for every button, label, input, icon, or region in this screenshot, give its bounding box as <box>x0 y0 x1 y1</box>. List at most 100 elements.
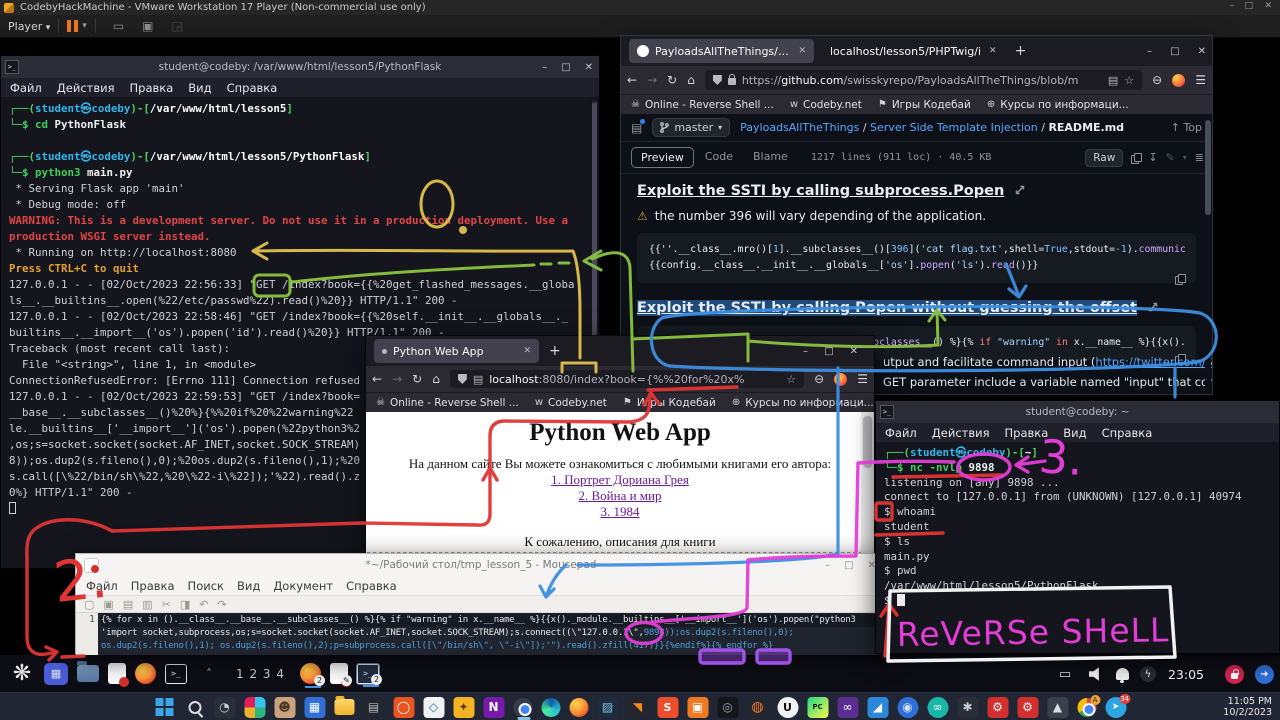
home-icon[interactable]: ⌂ <box>432 372 440 386</box>
mousepad-menu-item-4[interactable]: Документ <box>273 579 333 593</box>
pocket-icon[interactable]: ⊖ <box>814 372 824 386</box>
bookmark-kursy-po-informacii[interactable]: ⊕Курсы по информаци... <box>987 99 1129 111</box>
reload-icon[interactable]: ↻ <box>412 372 422 386</box>
start-button[interactable] <box>154 697 175 718</box>
carrot-app-icon[interactable]: ◥ <box>627 697 648 718</box>
player-menu-button[interactable]: Player ▾ <box>8 20 50 33</box>
terminal-menu-item-2[interactable]: Правка <box>130 81 174 95</box>
copy-code-icon[interactable] <box>1175 274 1184 284</box>
https-lock-icon[interactable] <box>728 78 736 85</box>
github-url-bar[interactable]: https://github.com/swisskyrepo/PayloadsA… <box>705 70 1142 90</box>
mousepad-menu-item-1[interactable]: Правка <box>131 579 175 593</box>
notifications-bell-icon[interactable] <box>1116 668 1129 680</box>
terminal-menu-item-4[interactable]: Справка <box>227 81 278 95</box>
terminal-app-icon[interactable]: >_ <box>165 664 187 684</box>
red-gear-app-icon[interactable]: ⚙ <box>987 697 1008 718</box>
fullscreen-icon[interactable]: ▣ <box>142 19 153 33</box>
firefox-account-icon[interactable] <box>834 373 847 386</box>
photos-app-icon[interactable]: ▨ <box>597 697 618 718</box>
tab-python-web-app[interactable]: Python Web App ✕ <box>374 339 539 363</box>
power-manager-icon[interactable]: ϟ <box>1140 666 1156 682</box>
book-link-3[interactable]: 3. 1984 <box>601 504 640 519</box>
github-scrollbar[interactable] <box>1205 116 1211 394</box>
browser-maximize-button[interactable]: □ <box>1170 46 1179 57</box>
reader-view-icon[interactable]: ▤ <box>1108 74 1118 87</box>
chrome-icon[interactable] <box>513 698 532 717</box>
terminal-menu-item-3[interactable]: Вид <box>1063 426 1086 440</box>
tab-close-icon[interactable]: ✕ <box>523 346 531 356</box>
notes-app-icon[interactable]: ▤ <box>363 697 384 718</box>
search-icon[interactable] <box>184 697 205 718</box>
book-link-2[interactable]: 2. Война и мир <box>579 488 662 503</box>
shop-app-icon[interactable]: S <box>657 697 678 718</box>
app-menu-icon[interactable]: ☰ <box>1195 73 1206 87</box>
windows-list-icon[interactable]: ▭ <box>1052 660 1078 688</box>
browser-minimize-button[interactable]: – <box>1147 46 1152 57</box>
suspend-vm-button[interactable] <box>67 20 78 32</box>
blender-icon[interactable]: ◍ <box>747 697 768 718</box>
bee-app-icon[interactable]: ✱ <box>957 697 978 718</box>
calendar-app-icon[interactable]: ▦ <box>304 697 325 718</box>
bookmark-kursy-po-informacii[interactable]: ⊕Курсы по информаци... <box>732 397 874 409</box>
camtasia-icon[interactable]: ∞ <box>927 697 948 718</box>
firefox-account-icon[interactable] <box>1172 74 1185 87</box>
mousepad-toolbar-icon-5[interactable]: ◨ <box>180 598 190 611</box>
orange-app-icon[interactable]: ▣ <box>687 697 708 718</box>
outline-list-icon[interactable]: ≣ <box>1195 151 1204 164</box>
vmware-close-button[interactable]: ✕ <box>1264 1 1272 11</box>
mousepad-editor[interactable]: 1 {% for x in ().__class__.__base__.__su… <box>76 613 886 655</box>
breadcrumb-repo-link[interactable]: PayloadsAllTheThings <box>740 121 859 134</box>
app-menu-icon[interactable]: ☰ <box>857 372 868 386</box>
colorful-app-icon[interactable] <box>244 697 265 718</box>
reload-icon[interactable]: ↻ <box>667 73 677 87</box>
mousepad-menu-item-5[interactable]: Справка <box>346 579 397 593</box>
vscode-icon[interactable]: ◢ <box>867 697 888 718</box>
terminal1-titlebar[interactable]: >_ student@codeby: /var/www/html/lesson5… <box>1 56 599 78</box>
firefox-icon[interactable] <box>569 698 588 717</box>
portrait-app-icon[interactable]: ☻ <box>274 697 295 718</box>
webapp-maximize-button[interactable]: □ <box>824 346 833 357</box>
payload-text[interactable]: {% for x in ().__class__.__base__.__subc… <box>98 613 886 655</box>
mousepad-menu-item-0[interactable]: Файл <box>86 579 118 593</box>
edit-dropdown-icon[interactable]: ▾ <box>1183 153 1187 162</box>
forward-icon[interactable]: → <box>392 372 402 386</box>
copy-file-icon[interactable] <box>1131 153 1140 163</box>
screen-lock-icon[interactable] <box>1225 665 1244 684</box>
terminal-window-button[interactable]: >_2 <box>357 664 379 684</box>
new-tab-button[interactable]: + <box>549 343 561 359</box>
terminal-menu-item-1[interactable]: Действия <box>932 426 990 440</box>
webapp-minimize-button[interactable]: – <box>803 346 808 357</box>
bookmark-codeby-net[interactable]: wCodeby.net <box>535 397 607 409</box>
pycharm-icon[interactable]: PC <box>807 697 828 718</box>
mousepad-toolbar-icon-6[interactable]: ↶ <box>199 598 208 611</box>
tracking-shield-icon[interactable] <box>458 374 467 384</box>
telegram-icon[interactable]: ➤34 <box>1105 697 1126 718</box>
mousepad-minimize-button[interactable]: – <box>825 560 830 571</box>
bookmark-star-icon[interactable]: ☆ <box>786 373 796 386</box>
back-icon[interactable]: ← <box>372 372 382 386</box>
map-pin-app-icon[interactable]: ◉ <box>897 697 918 718</box>
unreal-engine-icon[interactable]: U <box>777 697 798 718</box>
pocket-icon[interactable]: ⊖ <box>1152 73 1162 87</box>
onenote-icon[interactable]: N <box>483 697 504 718</box>
mousepad-app-icon[interactable] <box>108 663 126 684</box>
send-ctrl-alt-del-icon[interactable]: ▭ <box>113 19 124 33</box>
camera-lens-app-icon[interactable]: ◎ <box>717 697 738 718</box>
download-icon[interactable]: ↧ <box>1148 151 1157 164</box>
terminal1-maximize-button[interactable]: □ <box>561 62 570 73</box>
anchor-link-icon[interactable] <box>1148 302 1158 312</box>
edit-pencil-icon[interactable]: ✎ <box>1166 151 1175 164</box>
view-tab-2[interactable]: Blame <box>744 147 797 168</box>
chrome-profile-icon[interactable]: A <box>1077 698 1096 717</box>
raw-button[interactable]: Raw <box>1085 149 1123 167</box>
updates-icon[interactable]: ➜ <box>1255 665 1274 684</box>
gauge-app-icon[interactable]: ◔ <box>214 697 235 718</box>
volume-icon[interactable] <box>1089 667 1105 681</box>
firefox-app-icon[interactable] <box>135 663 156 684</box>
bookmark-online-reverse-shell[interactable]: ☠Online - Reverse Shell ... <box>631 99 774 111</box>
mousepad-toolbar-icon-3[interactable]: ▥ <box>142 598 152 611</box>
twitter-link[interactable]: https://twitter.com/SecGus <box>1095 355 1213 369</box>
mousepad-window-button[interactable]: ✎ <box>330 663 348 684</box>
mousepad-maximize-button[interactable]: □ <box>844 560 853 571</box>
tab-localhost-phptwig[interactable]: localhost/lesson5/PHPTwig/i ✕ <box>822 39 1005 63</box>
